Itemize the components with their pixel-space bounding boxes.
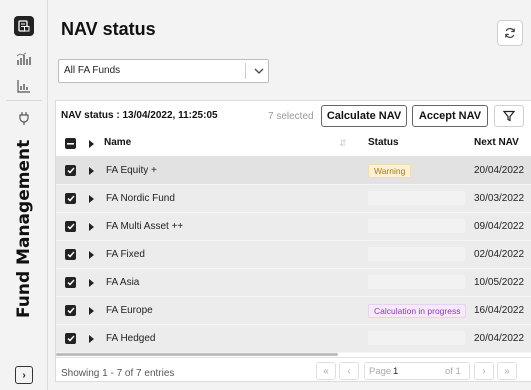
row-checkbox[interactable] — [65, 193, 76, 204]
left-rail: Fund Management › — [0, 0, 48, 390]
column-header-status[interactable]: Status — [368, 137, 399, 148]
table-body: FA Equity + Warning 20/04/2022 FA Nordic Fu… — [56, 157, 531, 353]
status-cell-empty — [368, 331, 465, 345]
table-row[interactable]: FA Nordic Fund 30/03/2022 — [56, 185, 531, 213]
next-nav-date: 02/04/2022 — [474, 249, 525, 260]
row-checkbox[interactable] — [65, 305, 76, 316]
status-cell-empty — [368, 275, 465, 289]
row-expand-icon[interactable] — [89, 251, 94, 259]
calculate-nav-button[interactable]: Calculate NAV — [321, 105, 407, 127]
page-input[interactable]: 1 — [393, 366, 398, 377]
table-row[interactable]: FA Europe Calculation in progress 16/04/20… — [56, 297, 531, 325]
first-page-button[interactable]: « — [316, 362, 336, 380]
sort-icon[interactable]: ⇵ — [339, 138, 347, 149]
row-expand-icon[interactable] — [89, 223, 94, 231]
expand-all-icon[interactable] — [89, 140, 94, 148]
fund-name: FA Europe — [106, 305, 153, 316]
accept-nav-button[interactable]: Accept NAV — [412, 105, 488, 127]
status-cell-empty — [368, 247, 465, 261]
table-row[interactable]: FA Asia 10/05/2022 — [56, 269, 531, 297]
table-row[interactable]: FA Multi Asset ++ 09/04/2022 — [56, 213, 531, 241]
nav-status-timestamp: NAV status : 13/04/2022, 11:25:05 — [61, 110, 218, 121]
page-label: Page — [369, 366, 392, 377]
row-checkbox[interactable] — [65, 249, 76, 260]
last-page-button[interactable]: » — [497, 362, 517, 380]
page-title: NAV status — [61, 19, 156, 39]
row-expand-icon[interactable] — [89, 307, 94, 315]
fund-name: FA Multi Asset ++ — [106, 221, 184, 232]
horizontal-scrollbar[interactable] — [56, 353, 338, 356]
chevron-down-icon — [254, 68, 264, 74]
filter-button[interactable] — [494, 105, 524, 127]
next-nav-date: 20/04/2022 — [474, 333, 525, 344]
fund-name: FA Fixed — [106, 249, 145, 260]
panel-toolbar: NAV status : 13/04/2022, 11:25:05 7 sele… — [56, 101, 531, 131]
column-header-name[interactable]: Name — [104, 137, 131, 148]
expand-icon[interactable]: › — [15, 366, 33, 384]
table-row[interactable]: FA Hedged 20/04/2022 — [56, 325, 531, 353]
fund-select-value: All FA Funds — [64, 65, 121, 76]
row-checkbox[interactable] — [65, 221, 76, 232]
status-badge: Calculation in progress — [368, 304, 467, 318]
app-icon[interactable] — [14, 16, 34, 36]
plug-icon[interactable] — [14, 108, 34, 128]
next-nav-date: 16/04/2022 — [474, 305, 525, 316]
next-nav-date: 10/05/2022 — [474, 277, 525, 288]
status-cell-empty — [368, 191, 465, 205]
column-header-next-nav[interactable]: Next NAV — [474, 137, 519, 148]
row-checkbox[interactable] — [65, 277, 76, 288]
fund-name: FA Equity + — [106, 165, 157, 176]
row-expand-icon[interactable] — [89, 279, 94, 287]
bar-chart-icon[interactable] — [14, 76, 34, 96]
refresh-icon — [505, 27, 515, 39]
next-nav-date: 30/03/2022 — [474, 193, 525, 204]
selected-count: 7 selected — [268, 111, 314, 122]
table-header: Name ⇵ Status Next NAV — [56, 131, 531, 157]
entries-summary: Showing 1 - 7 of 7 entries — [61, 368, 175, 379]
row-expand-icon[interactable] — [89, 335, 94, 343]
status-cell-empty — [368, 219, 465, 233]
row-expand-icon[interactable] — [89, 167, 94, 175]
refresh-button[interactable] — [497, 20, 523, 46]
select-all-checkbox[interactable] — [65, 138, 76, 149]
fund-name: FA Hedged — [106, 333, 156, 344]
prev-page-button[interactable]: ‹ — [339, 362, 359, 380]
funds-table: Name ⇵ Status Next NAV FA Equity + Warnin… — [56, 131, 531, 353]
filter-icon — [503, 110, 515, 122]
funds-chart-icon[interactable] — [14, 49, 34, 69]
page-input-box[interactable]: Page 1 of 1 — [364, 362, 470, 380]
table-row[interactable]: FA Fixed 02/04/2022 — [56, 241, 531, 269]
next-nav-date: 20/04/2022 — [474, 165, 525, 176]
fund-select[interactable]: All FA Funds — [58, 59, 269, 83]
status-badge: Warning — [368, 164, 412, 178]
nav-status-panel: NAV status : 13/04/2022, 11:25:05 7 sele… — [55, 100, 531, 382]
page-total: of 1 — [445, 366, 461, 377]
main-content: NAV status All FA Funds NAV status : 13/… — [48, 0, 531, 390]
next-nav-date: 09/04/2022 — [474, 221, 525, 232]
row-expand-icon[interactable] — [89, 195, 94, 203]
next-page-button[interactable]: › — [474, 362, 494, 380]
table-footer: Showing 1 - 7 of 7 entries « ‹ Page 1 of… — [56, 357, 531, 383]
table-row[interactable]: FA Equity + Warning 20/04/2022 — [56, 157, 531, 185]
select-divider — [245, 63, 246, 79]
fund-name: FA Asia — [106, 277, 140, 288]
row-checkbox[interactable] — [65, 165, 76, 176]
rail-divider — [6, 100, 42, 101]
fund-name: FA Nordic Fund — [106, 193, 175, 204]
row-checkbox[interactable] — [65, 333, 76, 344]
